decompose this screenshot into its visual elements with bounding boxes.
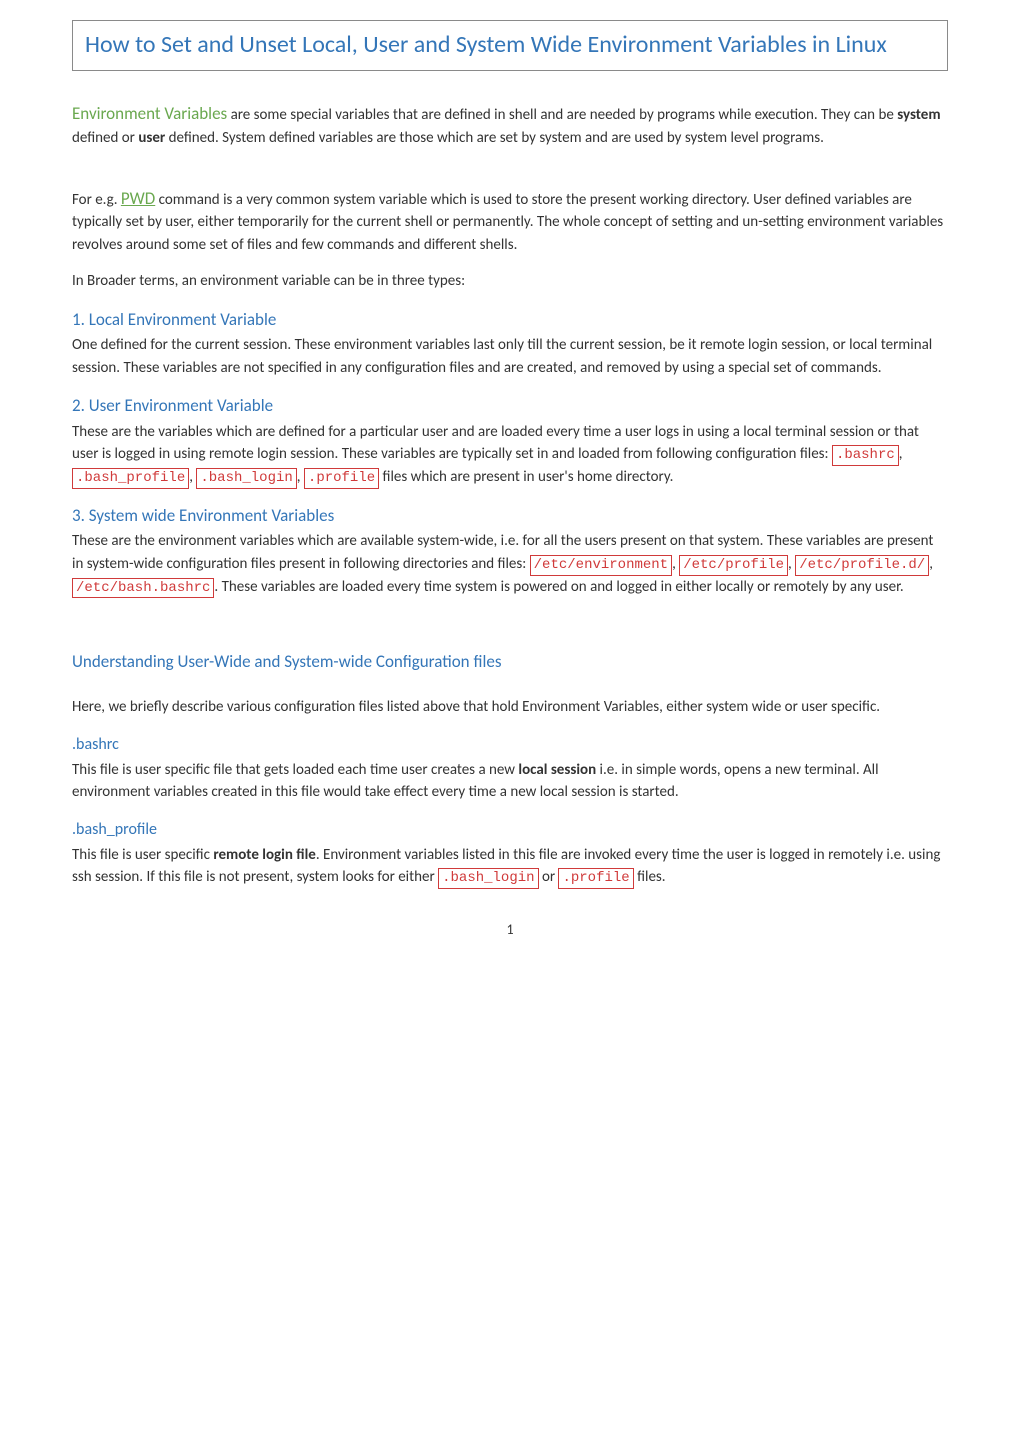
code-bash-profile: .bash_profile [72, 468, 189, 489]
code-profile-2: .profile [558, 868, 633, 889]
main-title: How to Set and Unset Local, User and Sys… [85, 29, 935, 60]
sec2-text-a: These are the variables which are define… [72, 423, 919, 464]
pwd-link[interactable]: PWD [121, 188, 155, 209]
section-3-body: These are the environment variables whic… [72, 530, 948, 598]
bp-a: This file is user specific [72, 846, 213, 864]
bash-profile-heading: .bash_profile [72, 818, 948, 842]
sec2-text-b: files which are present in user's home d… [379, 468, 673, 486]
bp-bold: remote login file [213, 846, 315, 864]
code-etc-environment: /etc/environment [530, 555, 672, 576]
page-number: 1 [72, 919, 948, 940]
understanding-heading: Understanding User-Wide and System-wide … [72, 649, 948, 675]
section-3-heading: 3. System wide Environment Variables [72, 503, 948, 529]
sec3-sep3: , [929, 555, 933, 573]
title-container: How to Set and Unset Local, User and Sys… [72, 20, 948, 71]
intro-p2-a: For e.g. [72, 191, 121, 209]
intro-p1-a: are some special variables that are defi… [227, 106, 897, 124]
intro-bold-system: system [897, 106, 940, 124]
bashrc-heading: .bashrc [72, 733, 948, 757]
section-2-body: These are the variables which are define… [72, 421, 948, 489]
code-etc-bash-bashrc: /etc/bash.bashrc [72, 578, 214, 599]
intro-p1-c: defined. System defined variables are th… [165, 129, 824, 147]
intro-paragraph-3: In Broader terms, an environment variabl… [72, 270, 948, 293]
code-etc-profile: /etc/profile [679, 555, 788, 576]
section-1-heading: 1. Local Environment Variable [72, 307, 948, 333]
sec3-sep2: , [788, 555, 795, 573]
sec2-sep2: , [189, 468, 196, 486]
intro-paragraph-2: For e.g. PWD command is a very common sy… [72, 186, 948, 257]
bashrc-body: This file is user specific file that get… [72, 759, 948, 804]
bash-profile-body: This file is user specific remote login … [72, 844, 948, 889]
bashrc-bold: local session [518, 761, 596, 779]
intro-p1-b: defined or [72, 129, 138, 147]
code-bash-login: .bash_login [196, 468, 296, 489]
intro-p2-b: command is a very common system variable… [72, 191, 943, 254]
intro-bold-user: user [138, 129, 165, 147]
section-1-body: One defined for the current session. The… [72, 334, 948, 379]
code-profile: .profile [304, 468, 379, 489]
code-bash-login-2: .bash_login [438, 868, 538, 889]
sec2-sep1: , [899, 445, 903, 463]
code-bashrc: .bashrc [832, 445, 899, 466]
bp-or: or [539, 868, 559, 886]
bp-c: files. [634, 868, 666, 886]
env-vars-link[interactable]: Environment Variables [72, 103, 227, 124]
understanding-body: Here, we briefly describe various config… [72, 696, 948, 719]
bashrc-a: This file is user specific file that get… [72, 761, 518, 779]
sec3-sep1: , [672, 555, 679, 573]
sec3-text-b: . These variables are loaded every time … [214, 578, 903, 596]
code-etc-profile-d: /etc/profile.d/ [795, 555, 929, 576]
section-2-heading: 2. User Environment Variable [72, 393, 948, 419]
intro-paragraph-1: Environment Variables are some special v… [72, 101, 948, 149]
sec2-sep3: , [297, 468, 304, 486]
